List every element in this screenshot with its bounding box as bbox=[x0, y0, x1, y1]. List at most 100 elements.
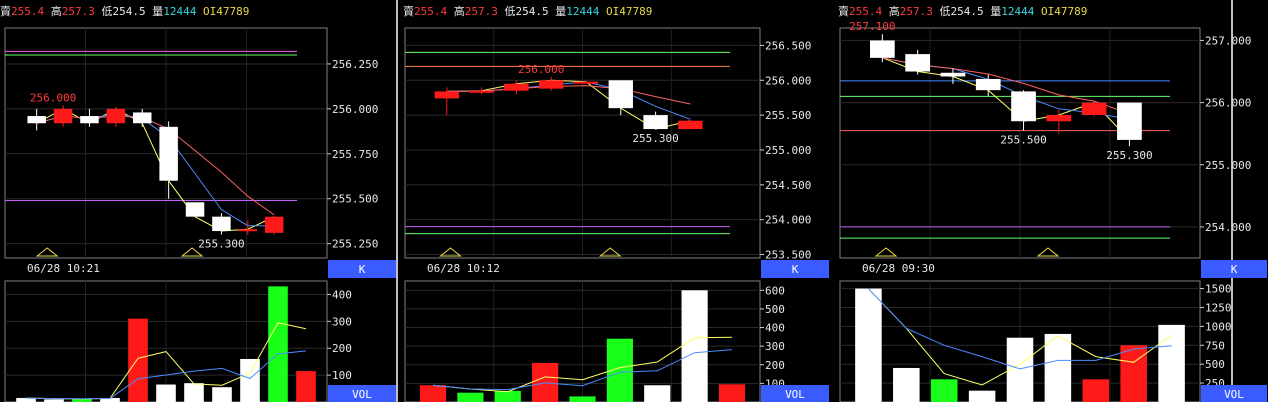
panel-2-volume-bar bbox=[718, 384, 746, 402]
panel-1-ma-line bbox=[36, 108, 275, 232]
panel-2-vol-tick: 300 bbox=[765, 340, 785, 353]
panel-1-candle-body bbox=[133, 112, 152, 124]
panel-3-volume-bar bbox=[1044, 333, 1072, 402]
panel-2-price-tick: 256.000 bbox=[765, 74, 811, 87]
panel-1-ma-line bbox=[36, 113, 275, 227]
panel-3-candle-body bbox=[975, 78, 1001, 91]
panel-1-candle-body bbox=[106, 108, 126, 124]
panel-1-price-tick: 255.250 bbox=[332, 238, 378, 251]
panel-3-volume-bar bbox=[968, 390, 996, 402]
panel-2-ma-line bbox=[446, 81, 691, 120]
panel-1-price-tick: 255.500 bbox=[332, 193, 378, 206]
panel-3-candle-body bbox=[1081, 102, 1107, 116]
panel-2-volume-bar bbox=[681, 290, 708, 402]
panel-2-volume-bar bbox=[644, 385, 671, 402]
panel-2-volume-bar bbox=[457, 392, 484, 402]
panel-1-low-label: 255.300 bbox=[198, 238, 244, 251]
panel-1-candle-body bbox=[238, 229, 258, 232]
panel-3-volume-bar bbox=[1082, 379, 1110, 402]
panel-2-high-label: 256.000 bbox=[518, 63, 564, 76]
panel-3-vol-tick: 750 bbox=[1205, 339, 1225, 352]
panel-1-candle-body bbox=[53, 108, 73, 124]
panel-1-k-button[interactable]: K bbox=[359, 263, 366, 276]
panel-1-time-label: 06/28 10:21 bbox=[27, 262, 100, 275]
panel-2-candle-body bbox=[434, 91, 459, 99]
panel-3-volume-bar bbox=[1158, 324, 1185, 402]
panel-3-price-tick: 256.000 bbox=[1205, 97, 1251, 110]
panel-3-high-label: 257.100 bbox=[849, 20, 895, 33]
panel-2-low-label: 255.300 bbox=[632, 132, 678, 145]
panel-1-volume-bar bbox=[156, 384, 176, 402]
panel-3-signal-marker bbox=[874, 247, 898, 257]
panel-2-candle-body bbox=[643, 115, 668, 130]
panel-3-vol-tick: 1500 bbox=[1205, 283, 1232, 296]
panel-2-price-tick: 255.000 bbox=[765, 144, 811, 157]
panel-3-candle-body bbox=[1011, 91, 1036, 122]
panel-1-price-tick: 256.000 bbox=[332, 103, 378, 116]
panel-1-vol-tick: 300 bbox=[332, 315, 352, 328]
panel-3-vol-tick: 1250 bbox=[1205, 301, 1232, 314]
panel-3-candle-body bbox=[1117, 102, 1142, 140]
panel-2-candle-body bbox=[608, 80, 633, 109]
panel-3-low-label: 255.300 bbox=[1106, 149, 1152, 162]
panel-3-vol-button[interactable]: VOL bbox=[1224, 388, 1244, 401]
panel-2-price-tick: 253.500 bbox=[765, 249, 811, 262]
panel-2-vol-tick: 600 bbox=[765, 284, 785, 297]
panel-2-volume-bar bbox=[494, 390, 521, 402]
panel-2-k-button[interactable]: K bbox=[792, 263, 799, 276]
panel-1-vol-tick: 200 bbox=[332, 342, 352, 355]
panel-3-volume-bar bbox=[1120, 345, 1147, 402]
panel-1-vol-button[interactable]: VOL bbox=[352, 388, 372, 401]
panel-1-price-tick: 256.250 bbox=[332, 58, 378, 71]
panel-1-candle-body bbox=[80, 116, 99, 124]
panel-2-price-tick: 256.500 bbox=[765, 39, 811, 52]
panel-3-time-label: 06/28 09:30 bbox=[862, 262, 935, 275]
panel-2-price-tick: 255.500 bbox=[765, 109, 811, 122]
panel-3-price-tick: 255.000 bbox=[1205, 159, 1251, 172]
panel-1-price-tick: 255.750 bbox=[332, 148, 378, 161]
panel-1-high-label: 256.000 bbox=[30, 91, 76, 104]
panel-3-volume-bar bbox=[930, 379, 958, 402]
panel-1-volume-bar bbox=[212, 387, 232, 402]
panel-2-volume-bar bbox=[419, 385, 447, 402]
panel-2-price-tick: 254.500 bbox=[765, 179, 811, 192]
panel-2-vol-button[interactable]: VOL bbox=[785, 388, 805, 401]
panel-1-volume-bar bbox=[128, 318, 148, 402]
panel-2-time-label: 06/28 10:12 bbox=[427, 262, 500, 275]
panel-2-candle-body bbox=[678, 120, 703, 130]
panel-3-k-button[interactable]: K bbox=[1231, 263, 1238, 276]
panel-2-ma-line bbox=[446, 85, 691, 105]
panel-3-price-tick: 257.000 bbox=[1205, 34, 1251, 47]
panel-3-vol-tick: 1000 bbox=[1205, 320, 1232, 333]
panel-2-price-tick: 254.000 bbox=[765, 214, 811, 227]
panel-2-vol-tick: 400 bbox=[765, 322, 785, 335]
chart-stage: 賣255.4 高257.3 低254.5 量12444 OI47789 賣255… bbox=[0, 0, 1268, 402]
panel-3-candle-body bbox=[870, 40, 895, 58]
panel-2-candle-body bbox=[469, 90, 494, 93]
panel-3-vol-tick: 500 bbox=[1205, 358, 1225, 371]
panel-3-volume-bar bbox=[893, 367, 920, 402]
panel-2-vol-tick: 200 bbox=[765, 359, 785, 372]
panel-1-signal-marker bbox=[35, 247, 59, 257]
panel-3-volume-bar bbox=[855, 288, 882, 402]
panel-1-candle-body bbox=[212, 216, 231, 232]
panel-2-vol-tick: 500 bbox=[765, 303, 785, 316]
panel-1-candle-body bbox=[27, 116, 46, 124]
panel-3-candle-body bbox=[940, 72, 966, 77]
panel-2-volume-bar bbox=[569, 396, 596, 402]
panel-1-volume-bar bbox=[184, 383, 204, 402]
panel-2-candle-body bbox=[538, 80, 564, 89]
panel-3-low-label: 255.500 bbox=[1000, 134, 1046, 147]
panel-1-candle-body bbox=[159, 126, 178, 181]
panel-1-candle-body bbox=[264, 216, 284, 233]
panel-3-signal-marker bbox=[1036, 247, 1060, 257]
panel-1-vol-tick: 400 bbox=[332, 288, 352, 301]
charts-svg: 256.250 256.000 255.750 255.500 255.250 06/28… bbox=[4, 0, 1267, 402]
panel-1-volume-bar bbox=[296, 371, 316, 402]
panel-1-candle-body bbox=[185, 202, 205, 217]
panel-2-candle-body bbox=[504, 83, 529, 91]
panel-1-vol-tick: 100 bbox=[332, 369, 352, 382]
panel-3-price-tick: 254.000 bbox=[1205, 221, 1251, 234]
panel-3-candle-body bbox=[1046, 115, 1072, 122]
panel-2-candle-body bbox=[573, 81, 599, 84]
